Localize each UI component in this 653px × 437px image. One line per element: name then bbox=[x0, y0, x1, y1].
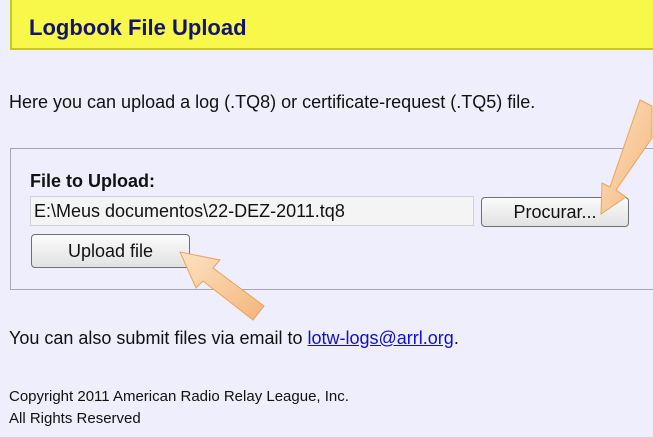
intro-text: Here you can upload a log (.TQ8) or cert… bbox=[9, 92, 536, 112]
copyright-text: Copyright 2011 American Radio Relay Leag… bbox=[9, 388, 349, 405]
email-text: You can also submit files via email to bbox=[9, 328, 308, 348]
file-path-input[interactable]: E:\Meus documentos\22-DEZ-2011.tq8 bbox=[30, 196, 474, 226]
copyright-footer: Copyright 2011 American Radio Relay Leag… bbox=[9, 386, 349, 430]
rights-text: All Rights Reserved bbox=[9, 410, 141, 427]
email-link[interactable]: lotw-logs@arrl.org bbox=[308, 328, 454, 348]
file-to-upload-label: File to Upload: bbox=[30, 171, 155, 191]
browse-button[interactable]: Procurar... bbox=[481, 197, 629, 227]
email-submit-text: You can also submit files via email to l… bbox=[9, 328, 459, 349]
email-suffix: . bbox=[453, 328, 459, 348]
page-header: Logbook File Upload bbox=[10, 0, 653, 50]
upload-file-button[interactable]: Upload file bbox=[31, 234, 190, 268]
page-title: Logbook File Upload bbox=[29, 15, 247, 40]
